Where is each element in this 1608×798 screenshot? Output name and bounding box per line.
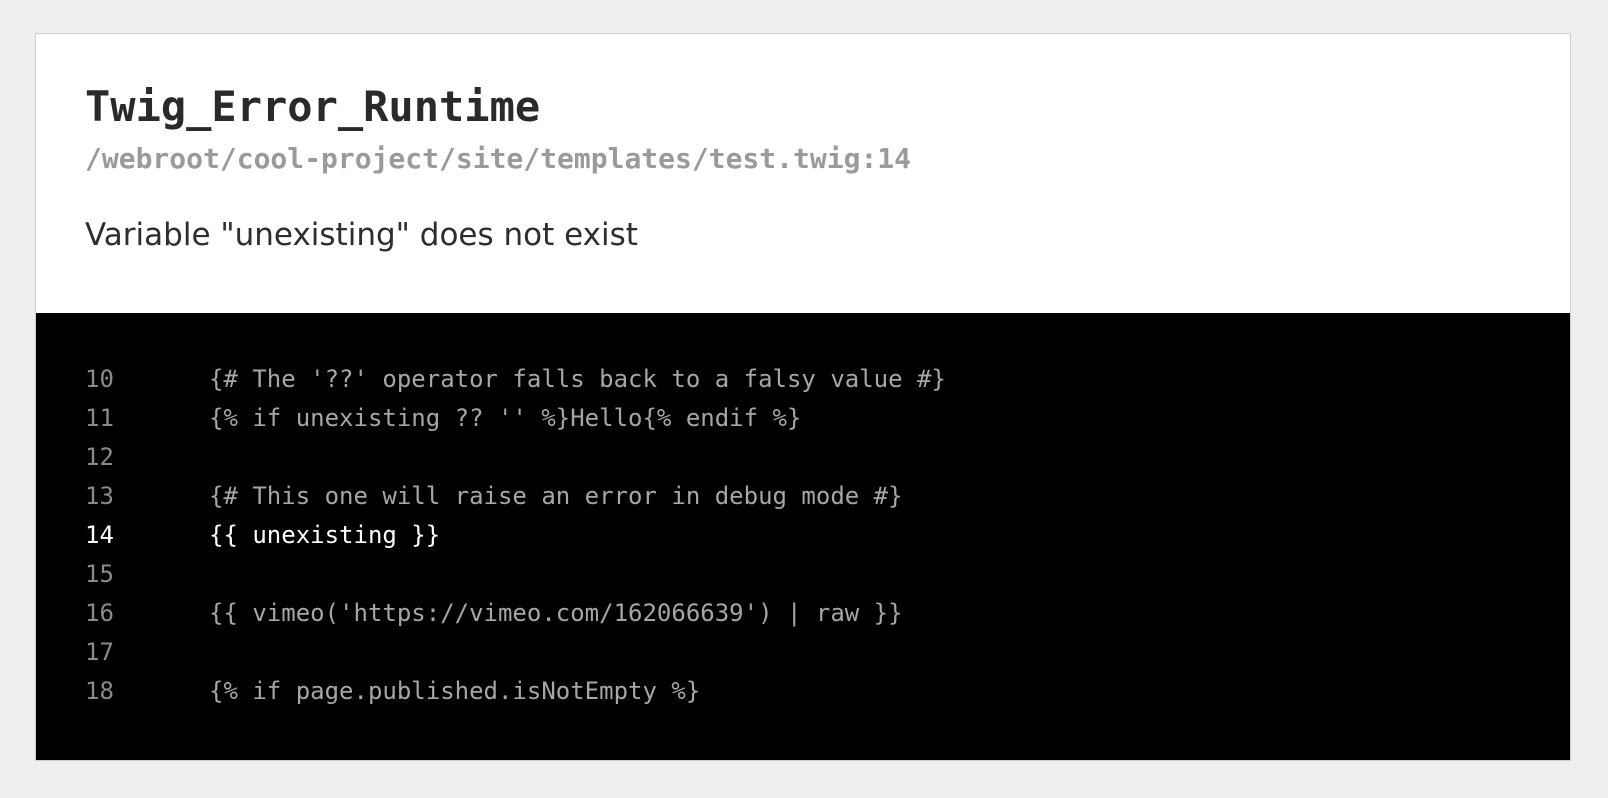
line-code: {% if page.published.isNotEmpty %} (209, 676, 701, 705)
code-line: 15 (36, 554, 1570, 593)
line-number: 10 (85, 364, 114, 393)
line-code: {% if unexisting ?? '' %}Hello{% endif %… (209, 403, 802, 432)
error-header: Twig_Error_Runtime /webroot/cool-project… (36, 34, 1570, 313)
line-number: 12 (85, 442, 114, 471)
error-type-title: Twig_Error_Runtime (85, 82, 541, 131)
code-line: 10 {# The '??' operator falls back to a … (36, 359, 1570, 398)
code-line: 11 {% if unexisting ?? '' %}Hello{% endi… (36, 398, 1570, 437)
line-number: 15 (85, 559, 114, 588)
line-number: 17 (85, 637, 114, 666)
error-file-path: /webroot/cool-project/site/templates/tes… (85, 142, 912, 175)
line-code: {# The '??' operator falls back to a fal… (209, 364, 946, 393)
line-code: {{ vimeo('https://vimeo.com/162066639') … (209, 598, 903, 627)
code-line: 17 (36, 632, 1570, 671)
code-line-highlighted: 14 {{ unexisting }} (36, 515, 1570, 554)
line-number: 13 (85, 481, 114, 510)
code-excerpt: 10 {# The '??' operator falls back to a … (36, 313, 1570, 760)
code-line: 18 {% if page.published.isNotEmpty %} (36, 671, 1570, 710)
code-line: 12 (36, 437, 1570, 476)
code-line: 16 {{ vimeo('https://vimeo.com/162066639… (36, 593, 1570, 632)
line-code: {{ unexisting }} (209, 520, 441, 549)
line-number: 16 (85, 598, 114, 627)
line-number: 11 (85, 403, 114, 432)
line-number: 18 (85, 676, 114, 705)
code-line: 13 {# This one will raise an error in de… (36, 476, 1570, 515)
error-message: Variable "unexisting" does not exist (85, 217, 638, 253)
line-code: {# This one will raise an error in debug… (209, 481, 903, 510)
line-number: 14 (85, 520, 114, 549)
error-panel: Twig_Error_Runtime /webroot/cool-project… (35, 33, 1571, 761)
